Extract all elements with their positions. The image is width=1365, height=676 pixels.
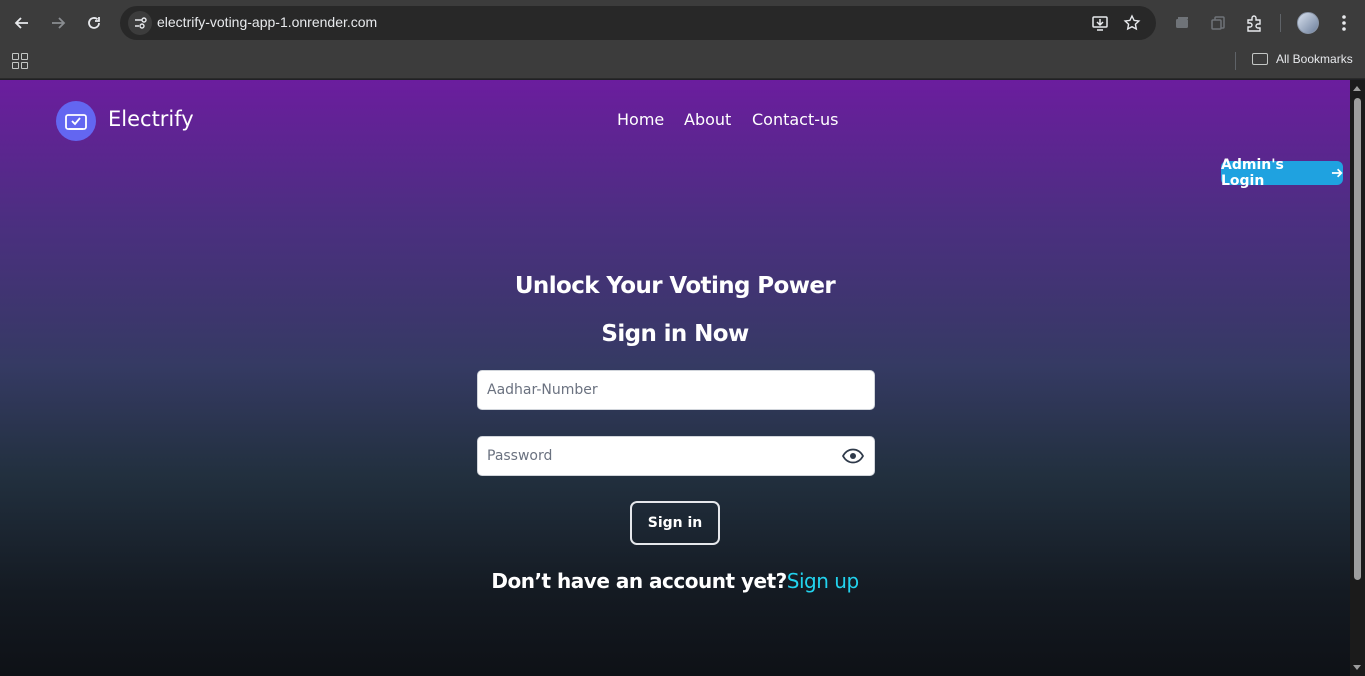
signup-prompt-line: Don’t have an account yet?Sign up	[0, 569, 1350, 593]
nav-contact[interactable]: Contact-us	[752, 110, 839, 129]
toolbar-divider	[1280, 14, 1281, 32]
scroll-thumb[interactable]	[1354, 98, 1361, 580]
signin-title: Sign in Now	[601, 321, 749, 347]
scroll-up-icon[interactable]	[1353, 86, 1361, 91]
signin-button[interactable]: Sign in	[630, 501, 720, 545]
extensions-icon[interactable]	[1243, 12, 1265, 34]
copy-icon[interactable]	[1207, 12, 1229, 34]
nav-about[interactable]: About	[684, 110, 731, 129]
aadhar-field[interactable]	[477, 370, 875, 410]
tab-group-icon[interactable]	[1171, 12, 1193, 34]
arrow-right-icon	[1331, 168, 1343, 178]
url-text[interactable]: electrify-voting-app-1.onrender.com	[157, 14, 377, 30]
password-field[interactable]	[477, 436, 875, 476]
apps-icon[interactable]	[12, 53, 28, 69]
ballot-icon[interactable]	[56, 101, 96, 141]
address-bar[interactable]: electrify-voting-app-1.onrender.com	[120, 6, 1156, 40]
signup-link[interactable]: Sign up	[787, 569, 859, 593]
aadhar-input[interactable]	[487, 371, 837, 409]
profile-avatar[interactable]	[1297, 12, 1319, 34]
bookmarks-divider	[1235, 52, 1236, 70]
vertical-scrollbar[interactable]	[1350, 80, 1365, 676]
page-content: Electrify Home About Contact-us Admin's …	[0, 80, 1350, 676]
folder-icon[interactable]	[1252, 53, 1268, 65]
nav-home[interactable]: Home	[617, 110, 664, 129]
star-icon[interactable]	[1122, 13, 1142, 33]
back-icon[interactable]	[10, 11, 34, 35]
all-bookmarks-label[interactable]: All Bookmarks	[1276, 52, 1353, 66]
signup-prompt: Don’t have an account yet?	[491, 569, 787, 593]
page-title: Unlock Your Voting Power	[514, 273, 836, 299]
password-input[interactable]	[487, 437, 837, 475]
admin-login-button[interactable]: Admin's Login	[1221, 157, 1343, 189]
menu-icon[interactable]	[1333, 12, 1355, 34]
install-icon[interactable]	[1090, 13, 1110, 33]
forward-icon[interactable]	[46, 11, 70, 35]
admin-login-label: Admin's Login	[1221, 157, 1284, 189]
eye-icon[interactable]	[842, 447, 864, 465]
browser-toolbar: electrify-voting-app-1.onrender.com	[0, 0, 1365, 46]
bookmarks-bar: All Bookmarks	[0, 46, 1365, 79]
site-info-icon[interactable]	[128, 11, 152, 35]
reload-icon[interactable]	[82, 11, 106, 35]
scroll-down-icon[interactable]	[1353, 665, 1361, 670]
brand-name[interactable]: Electrify	[108, 107, 194, 131]
